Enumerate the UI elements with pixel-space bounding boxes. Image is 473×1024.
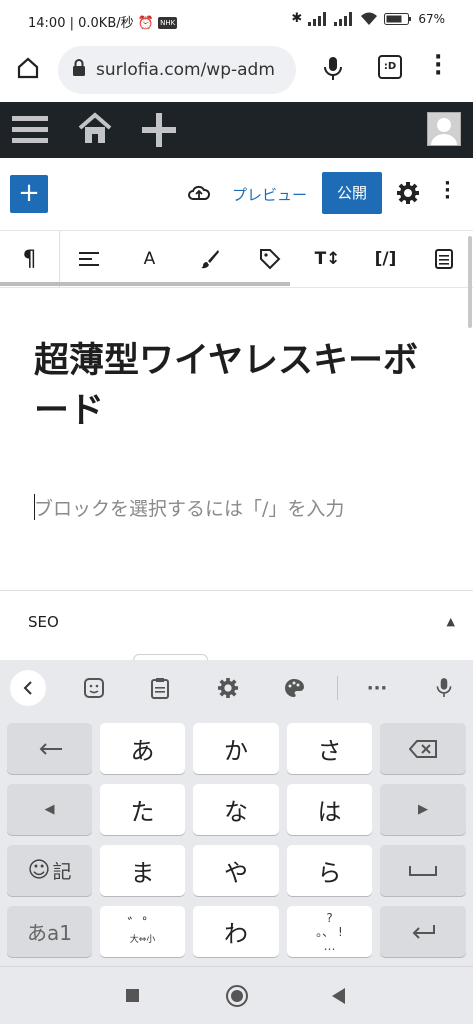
recents-icon[interactable] <box>126 989 139 1002</box>
nhk-icon: NHK <box>158 17 178 29</box>
preview-button[interactable]: プレビュー <box>232 184 307 205</box>
sticker-icon[interactable] <box>76 670 112 706</box>
key-na[interactable]: な <box>193 784 279 835</box>
key-ta[interactable]: た <box>100 784 185 835</box>
page-scrollbar[interactable] <box>468 236 472 328</box>
url-text: surlofia.com/wp-adm <box>96 60 275 80</box>
block-toolbar: ¶ A T↕ [/] <box>0 230 473 288</box>
battery-percent: 67% <box>418 11 445 26</box>
document-icon[interactable] <box>414 231 473 287</box>
align-icon[interactable] <box>59 231 118 287</box>
editor-header: + プレビュー 公開 · · · <box>0 158 473 230</box>
keyboard-suggestion-bar: ··· <box>0 660 473 716</box>
tabs-icon[interactable]: :D <box>378 55 402 79</box>
publish-button[interactable]: 公開 <box>322 172 382 214</box>
emoji-symbol-key[interactable]: ☺ 記 <box>7 845 92 896</box>
browser-url-bar: surlofia.com/wp-adm :D · · · <box>0 40 473 102</box>
key-wa[interactable]: わ <box>193 906 279 957</box>
chevron-left-icon[interactable] <box>10 670 46 706</box>
key-ya[interactable]: や <box>193 845 279 896</box>
more-icon[interactable]: ··· <box>359 670 395 706</box>
block-placeholder[interactable]: ブロックを選択するには「/」を入力 <box>34 494 344 521</box>
new-content-icon[interactable] <box>142 113 176 151</box>
browser-menu-icon[interactable]: · · · <box>434 47 442 85</box>
clipboard-icon[interactable] <box>142 670 178 706</box>
cloud-upload-icon[interactable] <box>188 184 211 206</box>
key-ka[interactable]: か <box>193 723 279 774</box>
signal-icon <box>308 11 327 26</box>
keyboard-settings-icon[interactable] <box>210 670 246 706</box>
cursor-left-key[interactable]: ◀ <box>7 784 92 835</box>
add-block-button[interactable]: + <box>10 175 48 213</box>
site-home-icon[interactable] <box>78 112 112 150</box>
battery-icon <box>384 12 412 25</box>
collapse-arrow-icon[interactable]: ▲ <box>447 615 455 628</box>
mic-icon[interactable] <box>322 56 344 86</box>
dakuten-symbol: ゛゜ <box>127 914 158 933</box>
home-icon[interactable] <box>16 56 40 84</box>
options-menu-icon[interactable]: · · · <box>444 175 451 207</box>
status-right: ✱ 67% <box>291 11 445 26</box>
palette-icon[interactable] <box>276 670 312 706</box>
key-sa[interactable]: さ <box>287 723 372 774</box>
user-avatar[interactable] <box>427 112 461 146</box>
status-bar: 14:00 | 0.0KB/秒 ⏰ NHK ✱ 67% <box>0 0 473 40</box>
dakuten-sub-label: 大⇔小 <box>129 934 156 945</box>
alarm-icon: ⏰ <box>137 16 154 31</box>
cursor-right-key[interactable]: ▶ <box>380 784 466 835</box>
voice-input-icon[interactable] <box>426 670 462 706</box>
key-ha[interactable]: は <box>287 784 372 835</box>
punctuation-middle-row: 。、 ! <box>316 924 343 939</box>
shortcode-icon[interactable]: [/] <box>356 231 415 287</box>
paragraph-icon[interactable]: ¶ <box>0 231 59 287</box>
hamburger-icon[interactable] <box>12 114 48 150</box>
back-icon[interactable] <box>330 987 346 1009</box>
text-format-icon[interactable]: A <box>120 231 179 287</box>
input-mode-key[interactable]: あa1 <box>7 906 92 957</box>
system-nav-bar <box>0 966 473 1024</box>
dakuten-key[interactable]: ゛゜ 大⇔小 <box>100 906 185 957</box>
status-time: 14:00 | 0.0KB/秒 ⏰ NHK <box>28 16 178 31</box>
brush-icon[interactable] <box>180 231 239 287</box>
space-key[interactable] <box>380 845 466 896</box>
enter-key[interactable] <box>380 906 466 957</box>
seo-panel[interactable]: SEO ▲ <box>0 590 473 660</box>
key-ma[interactable]: ま <box>100 845 185 896</box>
url-field[interactable]: surlofia.com/wp-adm <box>58 46 296 94</box>
key-ra[interactable]: ら <box>287 845 372 896</box>
backspace-key[interactable] <box>380 723 466 774</box>
lock-icon <box>72 58 86 82</box>
post-title[interactable]: 超薄型ワイヤレスキーボード <box>34 336 444 436</box>
font-size-icon[interactable]: T↕ <box>298 231 357 287</box>
emoji-icon: ☺ <box>27 858 51 883</box>
bluetooth-icon: ✱ <box>291 11 303 26</box>
home-button-icon[interactable] <box>226 985 248 1007</box>
seo-panel-label: SEO <box>28 613 59 631</box>
toolbar-scroll-indicator <box>0 282 290 286</box>
punctuation-key[interactable]: ? 。、 ! … <box>287 906 372 957</box>
undo-key[interactable] <box>7 723 92 774</box>
key-a[interactable]: あ <box>100 723 185 774</box>
settings-gear-icon[interactable] <box>397 182 419 208</box>
tag-icon[interactable] <box>240 231 299 287</box>
toolbar-divider <box>337 676 338 700</box>
wp-admin-bar <box>0 102 473 158</box>
wifi-icon <box>361 12 378 25</box>
signal-icon-2 <box>334 11 353 26</box>
